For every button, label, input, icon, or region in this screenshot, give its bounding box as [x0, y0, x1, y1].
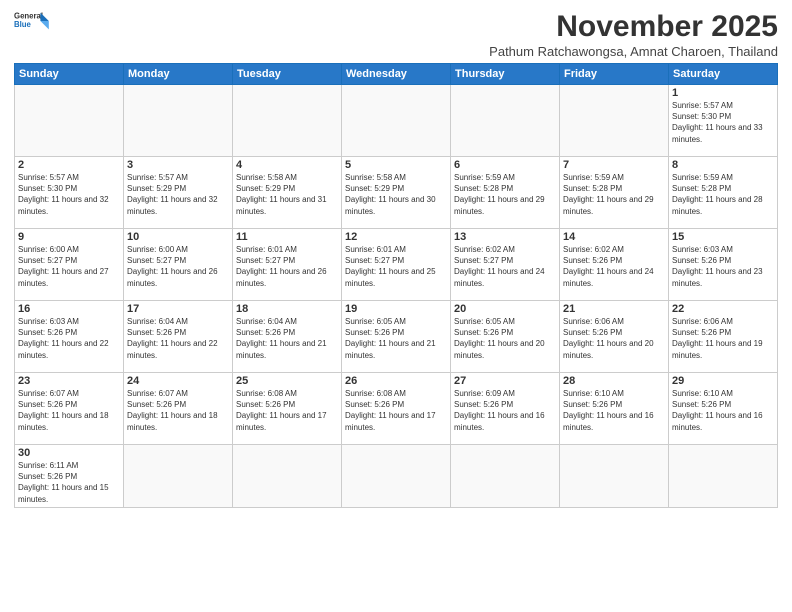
day-15: 15 Sunrise: 6:03 AM Sunset: 5:26 PM Dayl…	[669, 229, 778, 301]
week-row-5: 23 Sunrise: 6:07 AM Sunset: 5:26 PM Dayl…	[15, 373, 778, 445]
week-row-6: 30 Sunrise: 6:11 AM Sunset: 5:26 PM Dayl…	[15, 445, 778, 508]
week-row-1: 1 Sunrise: 5:57 AM Sunset: 5:30 PM Dayli…	[15, 85, 778, 157]
day-12: 12 Sunrise: 6:01 AM Sunset: 5:27 PM Dayl…	[342, 229, 451, 301]
day-16: 16 Sunrise: 6:03 AM Sunset: 5:26 PM Dayl…	[15, 301, 124, 373]
header-tuesday: Tuesday	[233, 64, 342, 85]
empty-cell	[15, 85, 124, 157]
empty-cell	[342, 445, 451, 508]
day-10: 10 Sunrise: 6:00 AM Sunset: 5:27 PM Dayl…	[124, 229, 233, 301]
subtitle: Pathum Ratchawongsa, Amnat Charoen, Thai…	[489, 44, 778, 59]
week-row-4: 16 Sunrise: 6:03 AM Sunset: 5:26 PM Dayl…	[15, 301, 778, 373]
empty-cell	[451, 85, 560, 157]
day-30: 30 Sunrise: 6:11 AM Sunset: 5:26 PM Dayl…	[15, 445, 124, 508]
month-title: November 2025	[489, 10, 778, 43]
title-area: November 2025 Pathum Ratchawongsa, Amnat…	[489, 10, 778, 59]
day-11: 11 Sunrise: 6:01 AM Sunset: 5:27 PM Dayl…	[233, 229, 342, 301]
day-14: 14 Sunrise: 6:02 AM Sunset: 5:26 PM Dayl…	[560, 229, 669, 301]
svg-text:Blue: Blue	[14, 20, 32, 29]
empty-cell	[124, 445, 233, 508]
svg-text:General: General	[14, 12, 43, 21]
calendar-table: Sunday Monday Tuesday Wednesday Thursday…	[14, 63, 778, 508]
header-monday: Monday	[124, 64, 233, 85]
day-28: 28 Sunrise: 6:10 AM Sunset: 5:26 PM Dayl…	[560, 373, 669, 445]
page: General Blue November 2025 Pathum Ratcha…	[0, 0, 792, 612]
day-13: 13 Sunrise: 6:02 AM Sunset: 5:27 PM Dayl…	[451, 229, 560, 301]
week-row-2: 2 Sunrise: 5:57 AM Sunset: 5:30 PM Dayli…	[15, 157, 778, 229]
logo-area: General Blue	[14, 10, 50, 32]
day-19: 19 Sunrise: 6:05 AM Sunset: 5:26 PM Dayl…	[342, 301, 451, 373]
empty-cell	[233, 85, 342, 157]
day-17: 17 Sunrise: 6:04 AM Sunset: 5:26 PM Dayl…	[124, 301, 233, 373]
day-24: 24 Sunrise: 6:07 AM Sunset: 5:26 PM Dayl…	[124, 373, 233, 445]
week-row-3: 9 Sunrise: 6:00 AM Sunset: 5:27 PM Dayli…	[15, 229, 778, 301]
day-1: 1 Sunrise: 5:57 AM Sunset: 5:30 PM Dayli…	[669, 85, 778, 157]
header-wednesday: Wednesday	[342, 64, 451, 85]
day-9: 9 Sunrise: 6:00 AM Sunset: 5:27 PM Dayli…	[15, 229, 124, 301]
header-saturday: Saturday	[669, 64, 778, 85]
empty-cell	[233, 445, 342, 508]
day-22: 22 Sunrise: 6:06 AM Sunset: 5:26 PM Dayl…	[669, 301, 778, 373]
day-6: 6 Sunrise: 5:59 AM Sunset: 5:28 PM Dayli…	[451, 157, 560, 229]
logo-icon: General Blue	[14, 10, 50, 32]
day-27: 27 Sunrise: 6:09 AM Sunset: 5:26 PM Dayl…	[451, 373, 560, 445]
day-20: 20 Sunrise: 6:05 AM Sunset: 5:26 PM Dayl…	[451, 301, 560, 373]
day-25: 25 Sunrise: 6:08 AM Sunset: 5:26 PM Dayl…	[233, 373, 342, 445]
day-4: 4 Sunrise: 5:58 AM Sunset: 5:29 PM Dayli…	[233, 157, 342, 229]
day-29: 29 Sunrise: 6:10 AM Sunset: 5:26 PM Dayl…	[669, 373, 778, 445]
empty-cell	[560, 445, 669, 508]
day-18: 18 Sunrise: 6:04 AM Sunset: 5:26 PM Dayl…	[233, 301, 342, 373]
day-5: 5 Sunrise: 5:58 AM Sunset: 5:29 PM Dayli…	[342, 157, 451, 229]
day-7: 7 Sunrise: 5:59 AM Sunset: 5:28 PM Dayli…	[560, 157, 669, 229]
day-8: 8 Sunrise: 5:59 AM Sunset: 5:28 PM Dayli…	[669, 157, 778, 229]
header-sunday: Sunday	[15, 64, 124, 85]
header-thursday: Thursday	[451, 64, 560, 85]
empty-cell	[342, 85, 451, 157]
day-26: 26 Sunrise: 6:08 AM Sunset: 5:26 PM Dayl…	[342, 373, 451, 445]
empty-cell	[669, 445, 778, 508]
day-23: 23 Sunrise: 6:07 AM Sunset: 5:26 PM Dayl…	[15, 373, 124, 445]
weekday-header-row: Sunday Monday Tuesday Wednesday Thursday…	[15, 64, 778, 85]
day-3: 3 Sunrise: 5:57 AM Sunset: 5:29 PM Dayli…	[124, 157, 233, 229]
header-friday: Friday	[560, 64, 669, 85]
header: General Blue November 2025 Pathum Ratcha…	[14, 10, 778, 59]
day-21: 21 Sunrise: 6:06 AM Sunset: 5:26 PM Dayl…	[560, 301, 669, 373]
empty-cell	[451, 445, 560, 508]
day-2: 2 Sunrise: 5:57 AM Sunset: 5:30 PM Dayli…	[15, 157, 124, 229]
empty-cell	[560, 85, 669, 157]
empty-cell	[124, 85, 233, 157]
